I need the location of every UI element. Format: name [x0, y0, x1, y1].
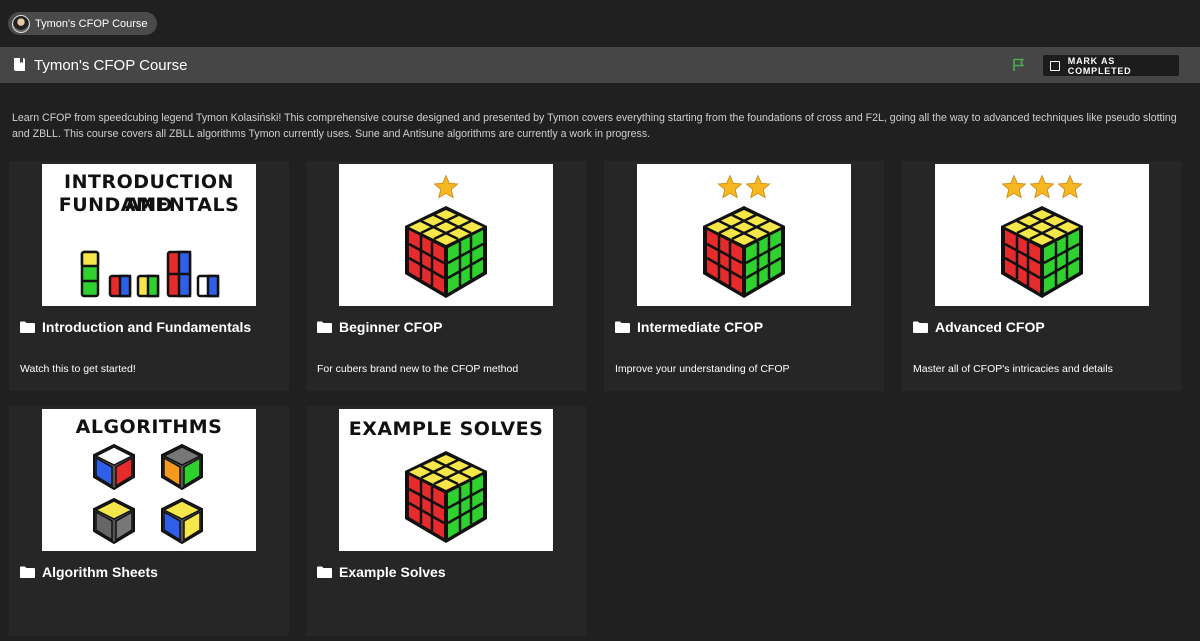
- card-algorithm-sheets[interactable]: ALGORITHMS Algorithm Sheets: [9, 406, 289, 636]
- card-subtitle: For cubers brand new to the CFOP method: [317, 363, 519, 375]
- card-title[interactable]: Advanced CFOP: [913, 319, 1045, 335]
- thumbnail-heading: EXAMPLE SOLVES: [348, 418, 544, 440]
- course-description: Learn CFOP from speedcubing legend Tymon…: [12, 112, 1177, 140]
- card-title[interactable]: Example Solves: [317, 564, 446, 580]
- folder-icon: [317, 321, 332, 333]
- card-thumbnail: [637, 164, 851, 306]
- card-example-solves[interactable]: EXAMPLE SOLVES Example Solves: [306, 406, 586, 636]
- card-title-text: Algorithm Sheets: [42, 564, 158, 580]
- card-title[interactable]: Intermediate CFOP: [615, 319, 763, 335]
- rubiks-cube-illustration: [703, 206, 785, 298]
- folder-icon: [20, 321, 35, 333]
- card-thumbnail: [935, 164, 1149, 306]
- thumbnail-heading: ALGORITHMS: [75, 416, 223, 438]
- card-thumbnail: [339, 164, 553, 306]
- cube-blocks-illustration: [80, 250, 220, 298]
- folder-icon: [20, 566, 35, 578]
- card-introduction-and-fundamentals[interactable]: INTRODUCTION AND FUNDAMENTALS Introducti…: [9, 161, 289, 391]
- card-intermediate-cfop[interactable]: Intermediate CFOP Improve your understan…: [604, 161, 884, 391]
- card-title-text: Beginner CFOP: [339, 319, 443, 335]
- rubiks-cube-illustration: [405, 451, 487, 543]
- card-thumbnail: EXAMPLE SOLVES: [339, 409, 553, 551]
- course-header: Tymon's CFOP Course: [0, 47, 1200, 83]
- algorithm-cubes-illustration: [93, 443, 203, 545]
- star-icon: [745, 174, 771, 200]
- avatar: [12, 14, 30, 33]
- card-title-text: Intermediate CFOP: [637, 319, 764, 335]
- star-icon: [1057, 174, 1083, 200]
- page-title: Tymon's CFOP Course: [34, 57, 188, 74]
- book-icon: [14, 58, 25, 71]
- card-title-text: Example Solves: [339, 564, 446, 580]
- card-title[interactable]: Algorithm Sheets: [20, 564, 158, 580]
- checkbox-icon: [1050, 60, 1060, 71]
- card-title-text: Introduction and Fundamentals: [42, 319, 252, 335]
- card-thumbnail: INTRODUCTION AND FUNDAMENTALS: [42, 164, 256, 306]
- card-subtitle: Watch this to get started!: [20, 363, 136, 375]
- folder-icon: [913, 321, 928, 333]
- star-icon: [1001, 174, 1027, 200]
- course-chip-label: Tymon's CFOP Course: [35, 17, 148, 30]
- card-title[interactable]: Introduction and Fundamentals: [20, 319, 251, 335]
- card-subtitle: Master all of CFOP's intricacies and det…: [913, 363, 1113, 375]
- card-thumbnail: ALGORITHMS: [42, 409, 256, 551]
- folder-icon: [615, 321, 630, 333]
- course-chip[interactable]: Tymon's CFOP Course: [8, 12, 157, 35]
- star-icon: [433, 174, 459, 200]
- thumbnail-heading-line2: FUNDAMENTALS: [58, 194, 240, 216]
- rubiks-cube-illustration: [405, 206, 487, 298]
- mark-as-completed-label: MARK AS COMPLETED: [1067, 55, 1132, 76]
- mark-as-completed-button[interactable]: MARK AS COMPLETED: [1043, 55, 1179, 76]
- card-title[interactable]: Beginner CFOP: [317, 319, 442, 335]
- card-advanced-cfop[interactable]: Advanced CFOP Master all of CFOP's intri…: [902, 161, 1182, 391]
- rubiks-cube-illustration: [1001, 206, 1083, 298]
- flag-icon[interactable]: [1012, 58, 1026, 72]
- folder-icon: [317, 566, 332, 578]
- card-beginner-cfop[interactable]: Beginner CFOP For cubers brand new to th…: [306, 161, 586, 391]
- top-bar: Tymon's CFOP Course: [0, 0, 1200, 47]
- card-title-text: Advanced CFOP: [935, 319, 1045, 335]
- card-subtitle: Improve your understanding of CFOP: [615, 363, 790, 375]
- star-icon: [1029, 174, 1055, 200]
- star-icon: [717, 174, 743, 200]
